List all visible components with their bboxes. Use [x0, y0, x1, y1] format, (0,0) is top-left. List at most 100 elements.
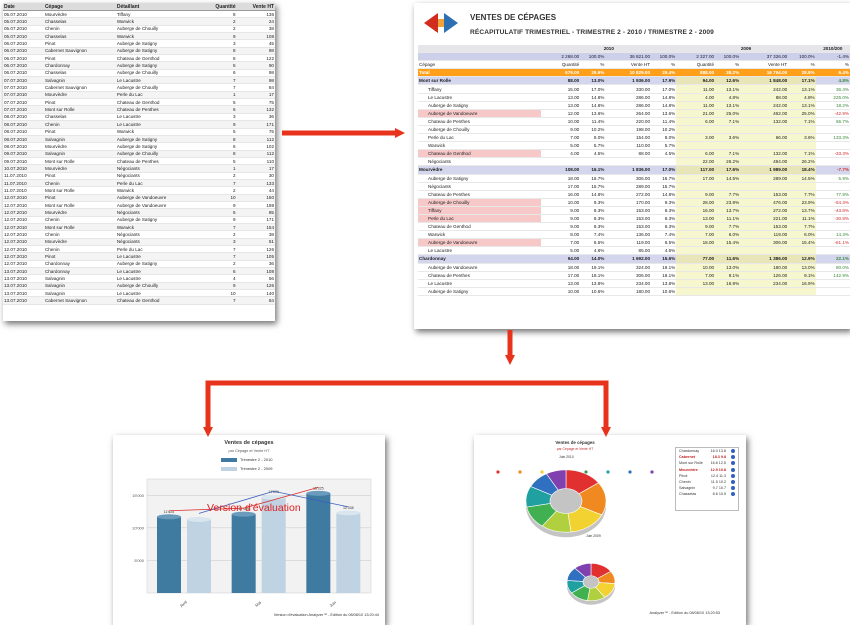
raw-cell: Warwick: [115, 17, 201, 26]
recap-cell: 5.7%: [580, 141, 606, 151]
raw-cell: 08.07.2010: [3, 128, 44, 136]
raw-cell: Mourvèdre: [43, 10, 116, 19]
x-tick-label: Avril: [179, 599, 188, 608]
side-legend-label: Pinot: [679, 473, 688, 478]
recap-col-header: Vente HT: [605, 60, 652, 70]
raw-cell: 7: [200, 76, 237, 85]
raw-cell: 30: [236, 172, 275, 180]
raw-cell: 09.07.2010: [3, 150, 44, 158]
recap-cell: 9.00: [676, 190, 716, 199]
raw-cell: 9: [200, 201, 237, 210]
recap-cell: 7.1%: [715, 149, 741, 159]
raw-row: 12.07.2010 Mont sur Rolle Warwick 7 154: [3, 223, 275, 232]
recap-cell: 264.00: [605, 109, 652, 118]
raw-row: 12.07.2010 Mourvèdre Négociants 3 51: [3, 238, 275, 247]
raw-cell: 12.07.2010: [3, 245, 44, 254]
recap-cell: 17.00: [541, 271, 581, 280]
recap-cell: 77.8%: [815, 190, 850, 199]
raw-row: 06.07.2010 Chasselas Auberge de Chouilly 6 9…: [3, 69, 275, 78]
raw-cell: Chateau de Genthod: [115, 296, 201, 305]
recap-row-label: Chateau de Penthes: [418, 190, 542, 199]
raw-col-header: Détaillant: [115, 3, 201, 11]
x-tick-label: Mai: [254, 600, 262, 608]
recap-cell: 17.1%: [788, 76, 816, 86]
bar-cap: [187, 516, 211, 522]
raw-cell: 7: [200, 179, 237, 188]
raw-cell: Mont sur Rolle: [43, 201, 116, 210]
recap-cell: [541, 157, 581, 167]
info-icon: [731, 461, 735, 466]
recap-cell: 12.00: [541, 109, 581, 118]
raw-row: 09.07.2010 Salvagnin Auberge de Chouilly 8 1…: [3, 150, 275, 158]
recap-cell: -7.7%: [815, 165, 850, 175]
recap-cell: [740, 287, 789, 296]
raw-cell: Auberge de Chouilly: [115, 83, 201, 92]
raw-cell: 3: [200, 39, 237, 48]
raw-cell: 17: [236, 91, 275, 100]
recap-col-header: Quantité: [541, 60, 581, 70]
raw-cell: 6: [200, 105, 237, 114]
raw-cell: 108: [236, 32, 275, 41]
recap-cell: 1 692.00: [605, 254, 652, 264]
recap-cell: 88.00: [541, 76, 581, 86]
raw-cell: 171: [236, 120, 275, 129]
raw-cell: Auberge de Satigny: [115, 61, 201, 70]
watermark: Version d'évaluation: [207, 502, 301, 514]
recap-cell: 8.0%: [580, 133, 606, 143]
raw-cell: Le Lacustre: [115, 267, 201, 276]
side-legend-values: 8.6 10.5: [712, 492, 726, 497]
raw-cell: 2: [200, 260, 237, 269]
raw-cell: 1: [200, 91, 237, 100]
recap-cell: 13.8%: [651, 279, 677, 288]
recap-cell: 153.00: [605, 206, 652, 215]
recap-cell: 4.5%: [651, 149, 677, 159]
recap-cell: 234.00: [740, 279, 789, 288]
recap-cell: 13.8%: [580, 279, 606, 288]
recap-cell: [815, 125, 850, 135]
recap-cell: 234.00: [605, 279, 652, 288]
raw-cell: 2: [200, 25, 237, 34]
raw-cell: Pinot: [43, 39, 116, 48]
raw-row: 08.07.2010 Chasselas Le Lacustre 3 36: [3, 113, 275, 122]
recap-cell: 5.7%: [651, 141, 677, 151]
recap-row-label: Auberge de Vandoeuvre: [418, 109, 542, 118]
raw-cell: 112: [236, 150, 275, 158]
recap-cell: 16.7%: [651, 174, 677, 183]
recap-cell: 289.00: [740, 174, 789, 183]
recap-total-cell: 100.0%: [715, 52, 741, 62]
recap-cell: 7.7%: [715, 222, 741, 232]
raw-cell: 112: [236, 135, 275, 144]
recap-cell: [715, 182, 741, 191]
legend-item-2010: Trimestre 2 - 2010: [221, 457, 273, 462]
recap-cell: [815, 182, 850, 191]
raw-cell: Auberge de Satigny: [115, 260, 201, 269]
raw-row: 06.07.2010 Cabernet Sauvignon Auberge de S…: [3, 47, 275, 56]
raw-cell: 06.07.2010: [3, 39, 44, 48]
raw-cell: 07.07.2010: [3, 83, 44, 92]
raw-row: 06.07.2010 Pinot Auberge de Satigny 3 45: [3, 39, 275, 48]
recap-cell: 4.00: [541, 149, 581, 159]
recap-cell: 14.8%: [651, 190, 677, 199]
recap-cell: 9.00: [541, 214, 581, 224]
recap-cell: 108.00: [541, 165, 581, 175]
raw-cell: Mourvèdre: [43, 142, 116, 151]
raw-cell: 150: [236, 194, 275, 202]
recap-cell: 6.5%: [580, 238, 606, 248]
raw-row: 11.07.2010 Mont sur Rolle Warwick 2 44: [3, 186, 275, 195]
raw-cell: Chateau de Genthod: [115, 54, 201, 63]
side-legend-label: Chenin: [679, 479, 691, 484]
side-legend-label: Salvagnin: [679, 486, 696, 491]
recap-cell: 7.1%: [788, 117, 816, 126]
recap-total-cell: 37 326.00: [740, 52, 789, 62]
recap-cell: 17.9%: [651, 76, 677, 86]
recap-cell: 17.0%: [651, 84, 677, 94]
recap-cell: 119.00: [605, 238, 652, 248]
raw-row: 08.07.2010 Chenin Le Lacustre 9 171: [3, 120, 275, 129]
raw-cell: 07.07.2010: [3, 91, 44, 100]
recap-cell: 10.00: [541, 287, 581, 296]
recap-total-cell: 2 327.00: [676, 52, 716, 62]
raw-cell: 1: [200, 164, 237, 173]
recap-group-row: Mourvèdre 108.00 16.1% 1 836.00 17.0% 117.00 1…: [418, 165, 850, 175]
recap-cell: 10.6%: [580, 287, 606, 296]
raw-cell: 110: [236, 157, 275, 166]
